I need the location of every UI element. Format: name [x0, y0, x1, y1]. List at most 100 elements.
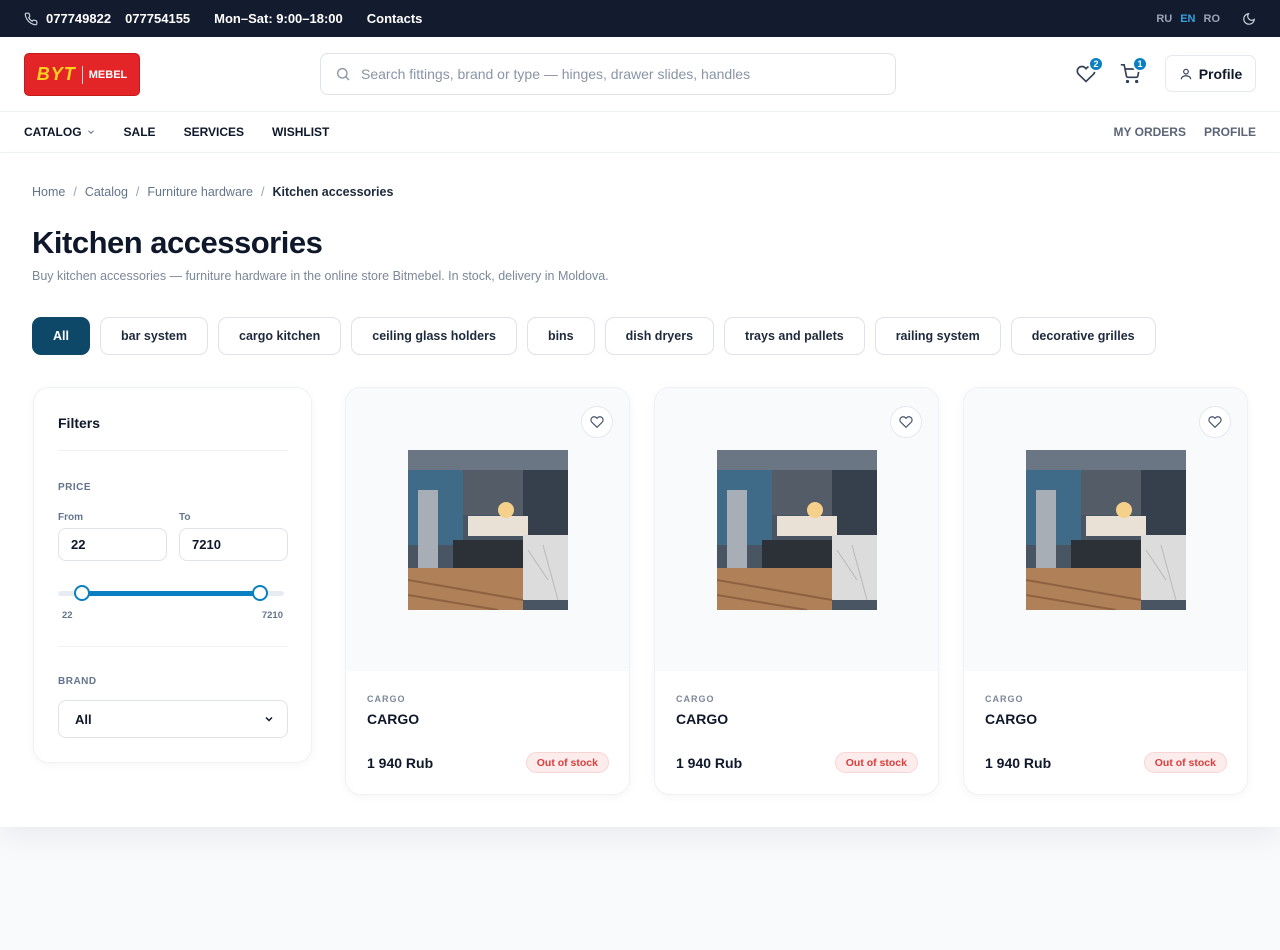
product-image-area	[655, 388, 938, 671]
main-nav: CATALOG SALE SERVICES WISHLIST MY ORDERS…	[0, 112, 1280, 153]
divider	[58, 450, 288, 451]
product-price: 1 940 Rub	[985, 755, 1052, 771]
cart-button[interactable]: 1	[1120, 56, 1148, 84]
price-slider-min-handle[interactable]	[74, 585, 90, 601]
product-card[interactable]: CARGO CARGO 1 940 Rub Out of stock	[654, 387, 939, 795]
divider	[58, 646, 288, 647]
heart-icon	[1208, 416, 1222, 429]
product-image-area	[346, 388, 629, 671]
stock-status-badge: Out of stock	[834, 752, 918, 773]
search-box	[320, 53, 896, 95]
product-card[interactable]: CARGO CARGO 1 940 Rub Out of stock	[345, 387, 630, 795]
chip-cargo-kitchen[interactable]: cargo kitchen	[218, 317, 342, 355]
category-chips: All bar system cargo kitchen ceiling gla…	[32, 317, 1156, 355]
price-slider-max-label: 7210	[261, 610, 283, 621]
add-to-wishlist-button[interactable]	[890, 406, 922, 438]
user-icon	[1180, 68, 1191, 79]
nav-profile[interactable]: PROFILE	[1204, 125, 1256, 139]
add-to-wishlist-button[interactable]	[581, 406, 613, 438]
contacts-link[interactable]: Contacts	[367, 11, 423, 26]
chevron-down-icon	[87, 130, 94, 134]
product-price: 1 940 Rub	[676, 755, 743, 771]
product-price: 1 940 Rub	[367, 755, 434, 771]
phone-number-1[interactable]: 077749822	[46, 11, 111, 26]
breadcrumb-current: Kitchen accessories	[272, 185, 394, 199]
product-name[interactable]: CARGO	[676, 711, 728, 727]
logo[interactable]: BYT MEBEL	[24, 53, 140, 96]
dark-mode-icon[interactable]	[1242, 12, 1256, 26]
top-bar: 077749822 077754155 Mon–Sat: 9:00–18:00 …	[0, 0, 1280, 37]
price-range-slider[interactable]	[58, 585, 284, 601]
nav-catalog[interactable]: CATALOG	[24, 125, 96, 139]
product-brand: CARGO	[985, 694, 1024, 704]
chip-all[interactable]: All	[32, 317, 90, 355]
product-name[interactable]: CARGO	[367, 711, 419, 727]
product-image[interactable]	[408, 450, 568, 610]
chip-bins[interactable]: bins	[526, 317, 595, 355]
price-to-label: To	[179, 512, 191, 523]
nav-my-orders[interactable]: MY ORDERS	[1114, 125, 1186, 139]
breadcrumb-separator: /	[261, 185, 265, 199]
cart-count-badge: 1	[1132, 56, 1148, 72]
chip-railing-system[interactable]: railing system	[874, 317, 1001, 355]
phone-number-2[interactable]: 077754155	[125, 11, 190, 26]
search-input[interactable]	[361, 66, 861, 82]
working-hours: Mon–Sat: 9:00–18:00	[214, 11, 343, 26]
wishlist-button[interactable]: 2	[1076, 56, 1104, 84]
price-from-input[interactable]: 22	[58, 528, 167, 561]
search-icon	[335, 66, 351, 82]
stock-status-badge: Out of stock	[525, 752, 609, 773]
logo-mebel: MEBEL	[88, 68, 128, 81]
nav-services[interactable]: SERVICES	[184, 125, 244, 139]
logo-separator	[81, 65, 83, 84]
chip-ceiling-glass-holders[interactable]: ceiling glass holders	[351, 317, 517, 355]
chip-trays-and-pallets[interactable]: trays and pallets	[724, 317, 865, 355]
chip-dish-dryers[interactable]: dish dryers	[604, 317, 715, 355]
heart-icon	[590, 416, 604, 429]
nav-catalog-label: CATALOG	[24, 125, 82, 139]
header: BYT MEBEL 2 1 Profile	[0, 37, 1280, 112]
logo-byt: BYT	[36, 64, 76, 84]
profile-label: Profile	[1198, 65, 1243, 82]
product-image[interactable]	[1026, 450, 1186, 610]
chevron-down-icon	[265, 716, 273, 722]
product-image-area	[964, 388, 1247, 671]
stock-status-badge: Out of stock	[1143, 752, 1227, 773]
language-switcher: RU EN RO	[1156, 13, 1220, 25]
brand-section-label: BRAND	[58, 676, 97, 687]
heart-icon	[899, 416, 913, 429]
main-content: Home / Catalog / Furniture hardware / Ki…	[0, 153, 1280, 827]
product-brand: CARGO	[367, 694, 406, 704]
lang-en[interactable]: EN	[1180, 13, 1195, 25]
price-slider-max-handle[interactable]	[252, 585, 268, 601]
product-name[interactable]: CARGO	[985, 711, 1037, 727]
breadcrumb-furniture-hardware[interactable]: Furniture hardware	[147, 185, 253, 199]
breadcrumb-separator: /	[73, 185, 77, 199]
nav-sale[interactable]: SALE	[124, 125, 156, 139]
add-to-wishlist-button[interactable]	[1199, 406, 1231, 438]
brand-select-value: All	[75, 711, 92, 727]
lang-ru[interactable]: RU	[1156, 13, 1172, 25]
price-slider-min-label: 22	[62, 610, 73, 621]
nav-wishlist[interactable]: WISHLIST	[272, 125, 329, 139]
lang-ro[interactable]: RO	[1204, 13, 1221, 25]
chip-decorative-grilles[interactable]: decorative grilles	[1010, 317, 1156, 355]
page-subtitle: Buy kitchen accessories — furniture hard…	[32, 269, 609, 283]
product-image[interactable]	[717, 450, 877, 610]
chip-bar-system[interactable]: bar system	[99, 317, 208, 355]
wishlist-count-badge: 2	[1088, 56, 1104, 72]
breadcrumb-catalog[interactable]: Catalog	[85, 185, 128, 199]
profile-button[interactable]: Profile	[1165, 55, 1256, 92]
brand-select[interactable]: All	[58, 700, 288, 738]
filters-title: Filters	[58, 415, 101, 431]
price-to-input[interactable]: 7210	[179, 528, 288, 561]
breadcrumb-home[interactable]: Home	[32, 185, 65, 199]
price-range-fill	[82, 591, 260, 596]
product-card[interactable]: CARGO CARGO 1 940 Rub Out of stock	[963, 387, 1248, 795]
product-brand: CARGO	[676, 694, 715, 704]
price-from-label: From	[58, 512, 83, 523]
page-title: Kitchen accessories	[32, 225, 323, 260]
breadcrumb: Home / Catalog / Furniture hardware / Ki…	[32, 185, 393, 199]
breadcrumb-separator: /	[135, 185, 140, 199]
price-section-label: PRICE	[58, 482, 92, 493]
